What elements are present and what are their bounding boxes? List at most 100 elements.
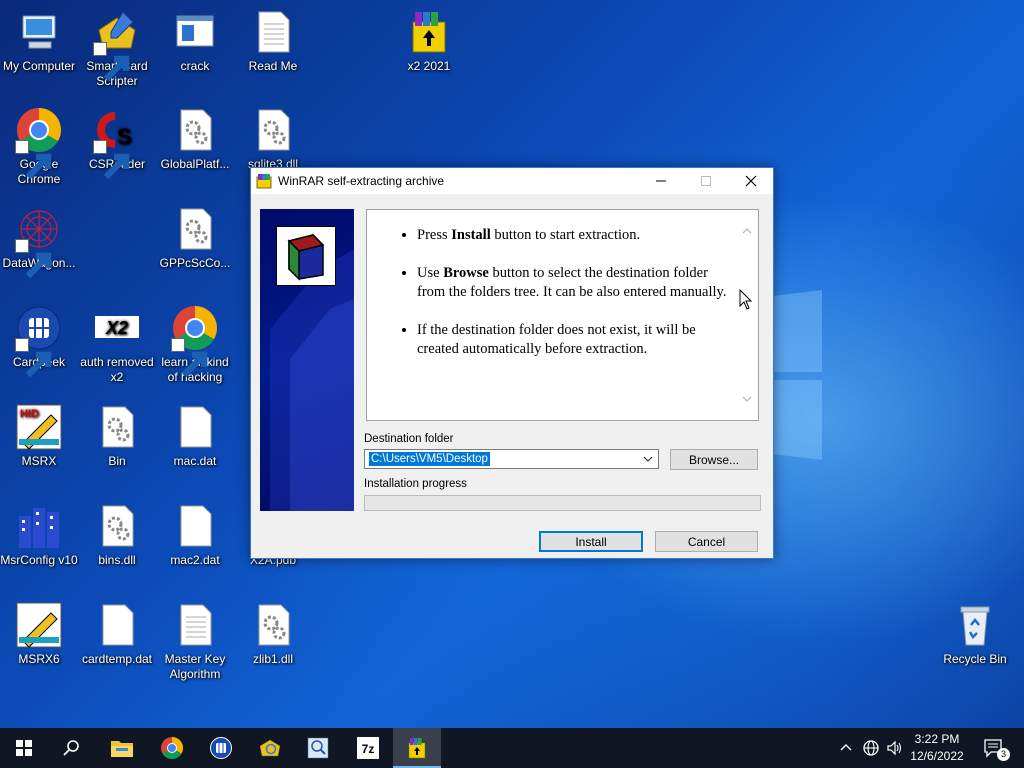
desktop-icon-csreader[interactable]: S CSReader	[78, 106, 156, 180]
cancel-button[interactable]: Cancel	[655, 531, 758, 552]
desktop-icon-label: MsrConfig v10	[0, 553, 78, 567]
search-icon	[63, 740, 79, 756]
start-button[interactable]	[0, 728, 48, 768]
desktop-icon-label: crack	[180, 59, 210, 73]
desktop-icon-learn-hacking[interactable]: learn all kind of hacking	[156, 304, 234, 385]
close-icon	[745, 175, 756, 187]
settings-file-icon	[93, 403, 141, 451]
desktop-icon-sqlite3-dll[interactable]: sqlite3.dll	[234, 106, 312, 172]
msrx6-icon	[15, 601, 63, 649]
desktop-icon-label: Bin	[108, 454, 126, 468]
destination-folder-combobox[interactable]: C:\Users\VM5\Desktop	[364, 449, 659, 469]
taskbar-chrome[interactable]	[148, 728, 196, 768]
desktop-icon-my-computer[interactable]: My Computer	[0, 8, 78, 74]
smart-card-scripter-icon	[93, 8, 141, 82]
shortcut-arrow-icon	[93, 42, 130, 82]
minimize-icon	[655, 180, 666, 182]
winrar-icon	[408, 738, 426, 759]
instruction-emphasis: Install	[451, 227, 491, 243]
desktop-icon-zlib1-dll[interactable]: zlib1.dll	[234, 601, 312, 667]
desktop-icon-globalplatform[interactable]: GlobalPlatf...	[156, 106, 234, 172]
cardpeek-icon	[15, 304, 63, 378]
desktop-icon-label: cardtemp.dat	[81, 652, 153, 666]
instructions-box: Press Install button to start extraction…	[366, 209, 759, 421]
desktop-icon-msrx6[interactable]: MSRX6	[0, 601, 78, 667]
maximize-icon	[700, 176, 711, 186]
desktop-icon-bins-dll[interactable]: bins.dll	[78, 502, 156, 568]
dialog-title: WinRAR self-extracting archive	[278, 174, 445, 188]
taskbar-winrar[interactable]	[393, 728, 441, 768]
desktop-icon-label: Master Key Algorithm	[164, 652, 226, 681]
desktop-icon-msrx[interactable]: HID MSRX	[0, 403, 78, 469]
instruction-text: button to start extraction.	[490, 227, 641, 243]
instruction-text: If the destination folder does not exist…	[417, 321, 696, 358]
desktop-icon-label: Read Me	[248, 59, 298, 73]
taskbar-smart-card[interactable]	[246, 728, 294, 768]
winrar-sfx-dialog: WinRAR self-extracting archive Press Ins…	[250, 167, 774, 559]
action-center-button[interactable]: 3	[970, 728, 1018, 768]
settings-file-icon	[171, 205, 219, 253]
desktop-icon-label: zlib1.dll	[252, 652, 294, 666]
settings-file-icon	[93, 502, 141, 550]
smart-card-icon	[259, 739, 281, 757]
network-globe-icon[interactable]	[862, 739, 880, 757]
desktop-icon-x2-2021[interactable]: x2 2021	[390, 8, 468, 74]
blank-file-icon	[93, 601, 141, 649]
scroll-up-icon[interactable]	[740, 224, 754, 238]
computer-icon	[15, 8, 63, 56]
instruction-text: Use	[417, 264, 444, 281]
instructions-list: Press Install button to start extraction…	[367, 226, 758, 360]
chevron-up-icon[interactable]	[838, 740, 854, 756]
desktop-icon-crack[interactable]: crack	[156, 8, 234, 74]
instruction-item: Use Browse button to select the destinat…	[417, 264, 728, 303]
install-button[interactable]: Install	[539, 531, 643, 552]
desktop-icon-google-chrome[interactable]: Google Chrome	[0, 106, 78, 187]
blank-file-icon	[171, 403, 219, 451]
instruction-text: Press	[417, 227, 452, 243]
desktop-icon-label: bins.dll	[98, 553, 136, 567]
cardpeek-icon	[210, 737, 232, 759]
7zip-icon: 7z	[357, 737, 379, 759]
desktop-icon-bin[interactable]: Bin	[78, 403, 156, 469]
taskbar-7zip[interactable]: 7z	[344, 728, 392, 768]
taskbar-magnifier-app[interactable]	[294, 728, 342, 768]
desktop-icon-mac2-dat[interactable]: mac2.dat	[156, 502, 234, 568]
close-button[interactable]	[728, 168, 773, 194]
taskbar: 7z 3:22 PM 12/6/2022 3	[0, 728, 1024, 768]
sfx-side-banner	[260, 209, 354, 511]
desktop-icon-label: My Computer	[2, 59, 76, 73]
desktop-icon-msrconfig[interactable]: MsrConfig v10	[0, 502, 78, 568]
desktop-icon-gppcscco[interactable]: GPPcScCo...	[156, 205, 234, 271]
taskbar-clock[interactable]: 3:22 PM 12/6/2022	[902, 731, 972, 765]
desktop-icon-read-me[interactable]: Read Me	[234, 8, 312, 74]
desktop-icon-auth-removed-x2[interactable]: X2 auth removed x2	[78, 304, 156, 385]
text-file-icon	[249, 8, 297, 56]
7zip-label: 7z	[362, 742, 375, 756]
desktop-icon-label: mac.dat	[173, 454, 217, 468]
search-button[interactable]	[48, 728, 96, 768]
taskbar-cardpeek[interactable]	[197, 728, 245, 768]
window-app-icon	[171, 8, 219, 56]
desktop-icon-recycle-bin[interactable]: Recycle Bin	[936, 601, 1014, 667]
dialog-titlebar[interactable]: WinRAR self-extracting archive	[251, 168, 773, 194]
chevron-down-icon[interactable]	[641, 452, 655, 466]
desktop-icon-master-key-algorithm[interactable]: Master Key Algorithm	[156, 601, 234, 682]
desktop-icon-label: MSRX6	[18, 652, 60, 666]
datawagon-icon	[15, 205, 63, 279]
desktop-icon-datawagon[interactable]: DataWagon...	[0, 205, 78, 279]
desktop-icon-cardpeek[interactable]: Cardpeek	[0, 304, 78, 378]
taskbar-file-explorer[interactable]	[98, 728, 146, 768]
desktop-icon-mac-dat[interactable]: mac.dat	[156, 403, 234, 469]
browse-button[interactable]: Browse...	[670, 449, 758, 470]
blank-file-icon	[171, 502, 219, 550]
minimize-button[interactable]	[638, 168, 683, 194]
scroll-down-icon[interactable]	[740, 392, 754, 406]
settings-file-icon	[249, 106, 297, 154]
destination-folder-value: C:\Users\VM5\Desktop	[369, 452, 490, 466]
desktop-icon-smart-card-scripter[interactable]: Smart Card Scripter	[78, 8, 156, 89]
desktop-icon-cardtemp-dat[interactable]: cardtemp.dat	[78, 601, 156, 667]
clock-time: 3:22 PM	[914, 732, 960, 746]
file-explorer-icon	[111, 741, 133, 757]
destination-folder-label: Destination folder	[364, 433, 454, 445]
shortcut-arrow-icon	[15, 239, 52, 279]
